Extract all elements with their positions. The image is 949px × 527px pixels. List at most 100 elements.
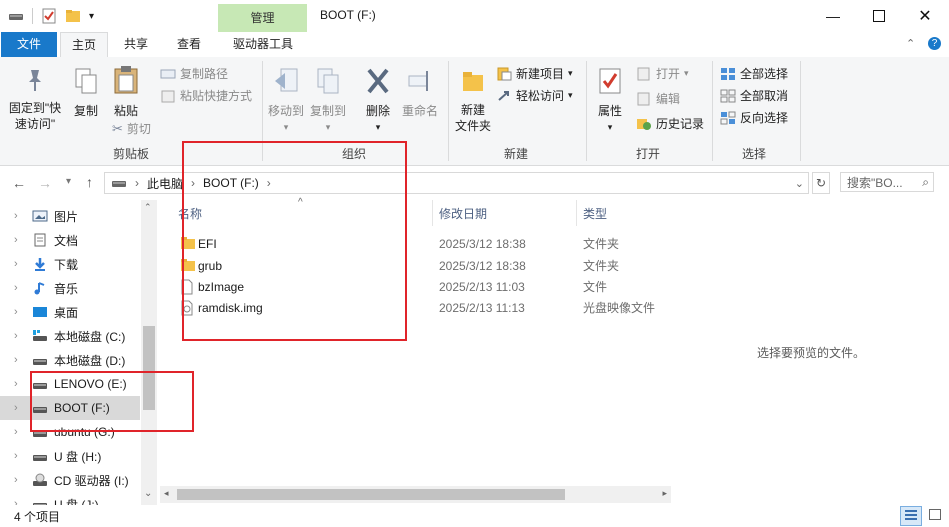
properties-icon[interactable] (41, 8, 57, 24)
tab-view[interactable]: 查看 (166, 32, 212, 57)
music-icon (32, 281, 48, 295)
chevron-right-icon[interactable]: › (14, 306, 28, 318)
large-icons-view-button[interactable] (925, 506, 945, 524)
desktop-icon (32, 305, 48, 319)
nav-item[interactable]: › 桌面 (0, 300, 140, 324)
chevron-right-icon[interactable]: › (14, 258, 28, 270)
copy-path-button[interactable]: 复制路径 (160, 65, 228, 82)
chevron-right-icon[interactable]: › (14, 282, 28, 294)
history-button[interactable]: 历史记录 (636, 115, 704, 132)
nav-scrollbar[interactable]: ⌃ ⌄ (141, 200, 157, 505)
nav-item-label: 图片 (54, 209, 79, 224)
minimize-button[interactable]: — (810, 0, 856, 32)
select-none-button[interactable]: 全部取消 (720, 87, 788, 104)
properties-button[interactable]: 属性 ▾ (590, 67, 630, 133)
context-tab-manage[interactable]: 管理 (218, 4, 307, 32)
new-item-button[interactable]: 新建项目 ▾ (496, 65, 573, 82)
nav-item[interactable]: › 下载 (0, 252, 140, 276)
scroll-up-icon[interactable]: ⌃ (144, 202, 152, 213)
nav-item[interactable]: › CD 驱动器 (I:) (0, 468, 140, 492)
chevron-down-icon[interactable]: ▾ (89, 11, 94, 22)
cut-button[interactable]: ✂ 剪切 (112, 120, 151, 137)
pin-label: 固定到"快速访问" (8, 101, 62, 131)
chevron-right-icon[interactable]: › (14, 426, 28, 438)
ribbon-tabs: 文件 主页 共享 查看 驱动器工具 ⌃ ? (0, 32, 949, 58)
select-all-button[interactable]: 全部选择 (720, 65, 788, 82)
chevron-right-icon[interactable]: › (14, 402, 28, 414)
tab-file[interactable]: 文件 (1, 32, 57, 57)
scroll-down-icon[interactable]: ⌄ (144, 488, 152, 499)
rename-label: 重命名 (401, 104, 438, 118)
large-icons-view-icon (929, 509, 941, 520)
chevron-down-icon: ▾ (684, 68, 689, 78)
scrollbar-thumb[interactable] (177, 489, 565, 500)
help-icon[interactable]: ? (928, 37, 941, 50)
nav-item[interactable]: › 本地磁盘 (D:) (0, 348, 140, 372)
rename-button[interactable]: 重命名 (398, 67, 442, 119)
easy-access-button[interactable]: 轻松访问 ▾ (496, 87, 573, 104)
refresh-button[interactable]: ↻ (812, 172, 830, 194)
group-label-open: 打开 (635, 147, 660, 161)
pictures-icon (32, 209, 48, 223)
chevron-right-icon[interactable]: › (14, 330, 28, 342)
delete-label: 删除 ▾ (365, 104, 390, 132)
collapse-ribbon-icon[interactable]: ⌃ (906, 37, 915, 50)
navigation-pane: › 图片 › 文档 › 下载 › 音乐 › 桌面 › 本地磁盘 (C:) › 本地磁盘 (D:) › LENO… (0, 200, 157, 505)
new-item-icon (497, 67, 512, 80)
back-arrow-icon[interactable]: ← (12, 175, 26, 191)
chevron-right-icon[interactable]: › (14, 210, 28, 222)
horizontal-scrollbar[interactable]: ◂ ▸ (160, 486, 671, 503)
maximize-button[interactable] (856, 0, 902, 32)
chevron-right-icon[interactable]: › (14, 498, 28, 505)
documents-icon (32, 233, 48, 247)
divider (432, 200, 433, 226)
chevron-right-icon[interactable]: › (14, 378, 28, 390)
tab-home[interactable]: 主页 (60, 32, 108, 58)
invert-selection-button[interactable]: 反向选择 (720, 109, 788, 126)
copy-icon (75, 68, 97, 94)
chevron-right-icon[interactable]: › (14, 354, 28, 366)
chevron-right-icon[interactable]: › (14, 450, 28, 462)
details-view-button[interactable] (900, 506, 922, 526)
chevron-right-icon[interactable]: › (14, 234, 28, 246)
nav-item[interactable]: › 音乐 (0, 276, 140, 300)
chevron-right-icon[interactable]: › (14, 474, 28, 486)
column-header-type[interactable]: 类型 (583, 205, 607, 222)
paste-shortcut-button[interactable]: 粘贴快捷方式 (160, 87, 252, 104)
breadcrumb-this-pc[interactable]: 此电脑 (147, 175, 183, 192)
open-button[interactable]: 打开 ▾ (636, 65, 689, 82)
file-modified: 2025/2/13 11:03 (439, 279, 525, 294)
edit-button[interactable]: 编辑 (636, 90, 680, 107)
close-icon: ✕ (918, 8, 932, 25)
forward-arrow-icon[interactable]: → (38, 175, 52, 191)
up-arrow-icon[interactable]: ↑ (86, 174, 93, 190)
new-folder-icon (463, 72, 483, 91)
new-folder-icon[interactable] (65, 8, 81, 24)
cut-label: 剪切 (126, 122, 151, 136)
search-input[interactable]: 搜索"BO... ⌕ (840, 172, 934, 192)
nav-item[interactable]: › 本地磁盘 (C:) (0, 324, 140, 348)
nav-item[interactable]: › 图片 (0, 204, 140, 228)
nav-item[interactable]: › 文档 (0, 228, 140, 252)
delete-button[interactable]: 删除 ▾ (358, 67, 398, 133)
nav-item[interactable]: › U 盘 (J:) (0, 492, 140, 505)
annotation-box-files (182, 141, 407, 341)
tab-share[interactable]: 共享 (113, 32, 159, 57)
scroll-right-icon[interactable]: ▸ (662, 488, 667, 499)
recent-locations-icon[interactable]: ▾ (66, 176, 71, 187)
open-label: 打开 (656, 67, 681, 81)
paste-button[interactable]: 粘贴 (106, 65, 146, 119)
pin-quick-access-button[interactable]: 固定到"快速访问" (4, 67, 66, 132)
column-header-modified[interactable]: 修改日期 (439, 205, 487, 222)
status-bar: 4 个项目 (0, 506, 949, 527)
chevron-down-icon[interactable]: ⌄ (795, 177, 804, 190)
nav-item[interactable]: › U 盘 (H:) (0, 444, 140, 468)
copy-button[interactable]: 复制 (66, 67, 106, 119)
new-folder-button[interactable]: 新建 文件夹 (452, 67, 494, 134)
close-button[interactable]: ✕ (902, 0, 948, 32)
scroll-left-icon[interactable]: ◂ (164, 488, 169, 499)
copy-to-button[interactable]: 复制到 ▾ (306, 67, 350, 133)
move-to-button[interactable]: 移动到 ▾ (266, 67, 306, 133)
tab-drive-tools[interactable]: 驱动器工具 (220, 32, 306, 57)
quick-access-toolbar: ▾ (8, 6, 94, 26)
